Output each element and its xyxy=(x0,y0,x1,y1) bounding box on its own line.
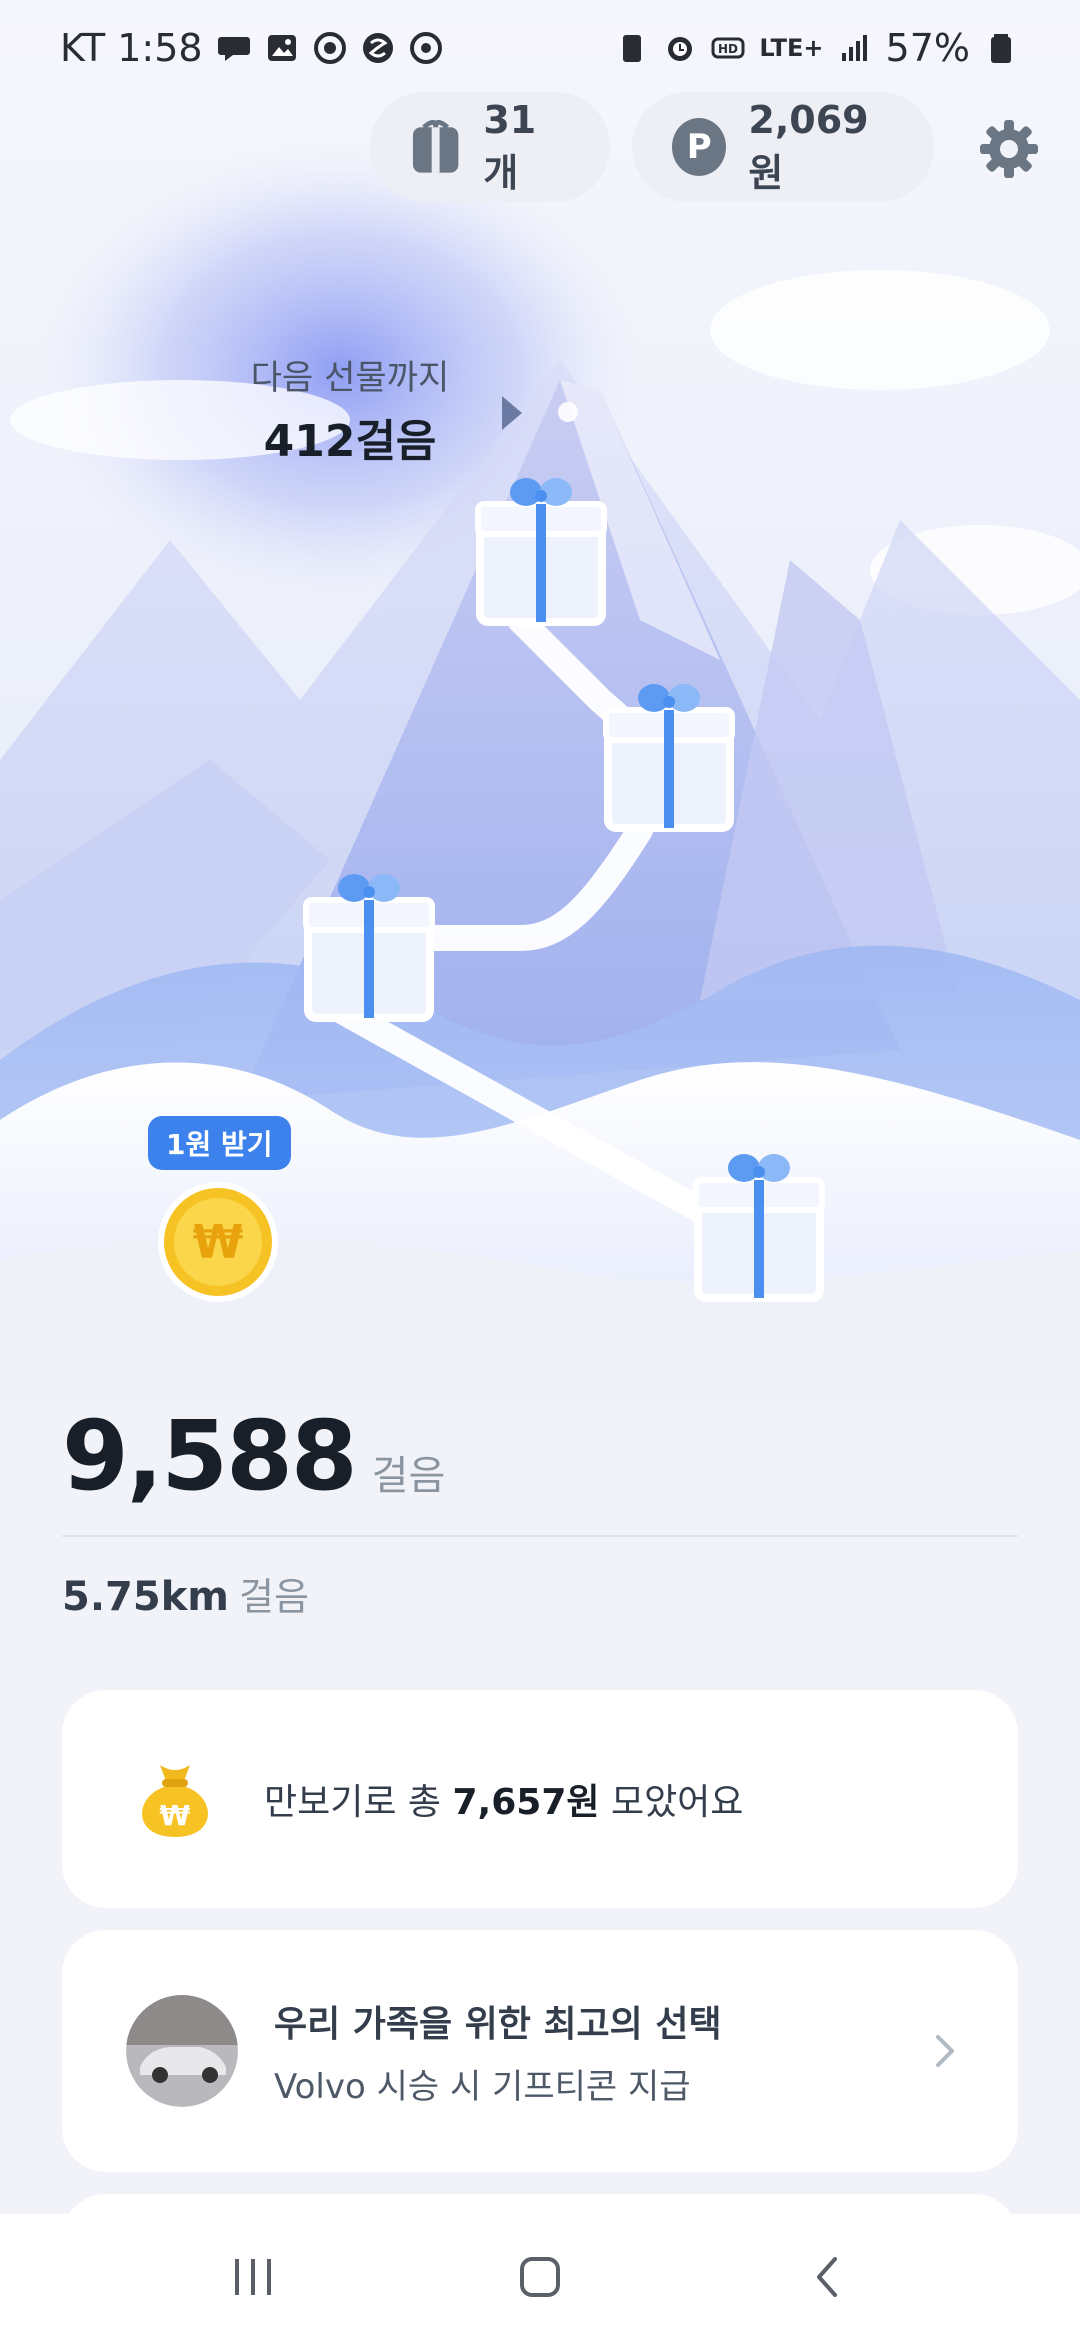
coin-claim-badge[interactable]: 1원 받기 xyxy=(148,1116,291,1170)
car-thumbnail xyxy=(126,1995,238,2107)
won-coin-button[interactable]: ₩ xyxy=(156,1180,280,1304)
steps-row: 9,588 걸음 xyxy=(62,1400,445,1512)
next-gift-label: 다음 선물까지 412걸음 xyxy=(230,350,470,469)
next-gift-caption: 다음 선물까지 xyxy=(250,358,450,398)
home-icon xyxy=(519,2257,560,2297)
points-amount: 2,069원 xyxy=(748,97,869,195)
recent-apps-icon xyxy=(235,2259,272,2295)
gift-count-chip[interactable]: 31개 xyxy=(370,92,610,202)
gift-box-icon xyxy=(412,119,459,173)
gift-box-3[interactable] xyxy=(302,856,436,1026)
chevron-right-icon[interactable] xyxy=(932,2031,958,2071)
home-button[interactable] xyxy=(505,2242,575,2312)
next-arrow-icon xyxy=(502,396,522,430)
steps-unit: 걸음 xyxy=(371,1453,446,1499)
alarm-icon xyxy=(668,37,693,61)
chrome-icon xyxy=(409,32,442,64)
status-left: KT 1:58 xyxy=(60,26,443,70)
battery-saver-icon xyxy=(623,35,642,62)
ad-subtitle: Volvo 시승 시 기프티콘 지급 xyxy=(274,2066,691,2107)
settings-gear-icon[interactable] xyxy=(978,118,1040,180)
next-gift-steps: 412걸음 xyxy=(263,416,437,467)
status-right: HD LTE+ 57% xyxy=(615,26,1018,70)
distance-value: 5.75km xyxy=(62,1574,229,1620)
volvo-ad-card[interactable]: 우리 가족을 위한 최고의 선택 Volvo 시승 시 기프티콘 지급 xyxy=(62,1930,1018,2172)
steps-count: 9,588 xyxy=(62,1400,358,1512)
recent-apps-button[interactable] xyxy=(218,2242,288,2312)
point-icon: P xyxy=(672,118,727,176)
total-amount: 7,657원 xyxy=(452,1782,600,1823)
ad-text: 우리 가족을 위한 최고의 선택 Volvo 시승 시 기프티콘 지급 xyxy=(274,1995,932,2108)
signal-icon xyxy=(841,35,867,61)
settings-flower-icon xyxy=(313,32,346,64)
won-symbol: ₩ xyxy=(193,1215,244,1269)
total-earned-card[interactable]: ₩ 만보기로 총 7,657원 모았어요 xyxy=(62,1690,1018,1908)
gallery-icon xyxy=(267,35,296,61)
hd-voice-icon: HD xyxy=(711,37,745,59)
sync-icon xyxy=(362,33,393,63)
total-prefix: 만보기로 총 xyxy=(264,1782,453,1823)
gift-box-4[interactable] xyxy=(692,1136,826,1306)
money-bag-icon: ₩ xyxy=(142,1765,208,1837)
battery-icon xyxy=(991,34,1011,63)
won-symbol-bag: ₩ xyxy=(160,1799,191,1832)
gift-count: 31개 xyxy=(483,97,537,195)
back-icon xyxy=(816,2257,837,2297)
carrier-time: KT 1:58 xyxy=(60,26,203,70)
battery-percent: 57% xyxy=(885,26,970,70)
back-button[interactable] xyxy=(792,2242,862,2312)
network-type: LTE+ xyxy=(759,34,824,62)
svg-text:HD: HD xyxy=(718,42,738,56)
total-earned-text: 만보기로 총 7,657원 모았어요 xyxy=(264,1773,743,1825)
system-nav-bar xyxy=(0,2214,1080,2340)
distance-row: 5.75km 걸음 xyxy=(62,1566,309,1621)
chat-bubble-icon xyxy=(217,37,250,61)
total-suffix: 모았어요 xyxy=(599,1782,744,1823)
gift-box-1[interactable] xyxy=(474,460,608,630)
distance-unit: 걸음 xyxy=(238,1575,309,1619)
gift-box-2[interactable] xyxy=(602,666,736,836)
status-bar: KT 1:58 HD LTE+ 57% xyxy=(0,0,1080,96)
points-chip[interactable]: P 2,069원 xyxy=(632,92,934,202)
ad-title: 우리 가족을 위한 최고의 선택 xyxy=(274,2003,722,2045)
divider xyxy=(62,1535,1018,1537)
